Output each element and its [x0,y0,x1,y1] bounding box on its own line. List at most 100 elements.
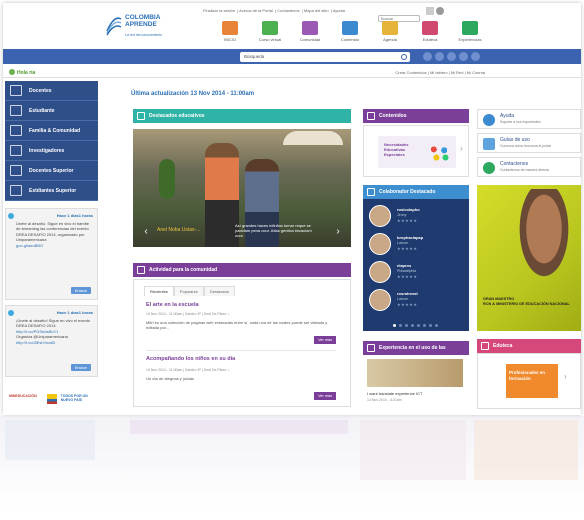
promo-title: RCN & MINISTERIO DE EDUCACIÓN NACIONAL [483,302,570,306]
family-icon [10,125,22,136]
guides-card[interactable]: Guías de uso Conozca cómo funciona el por… [477,133,581,153]
people-icon [137,266,145,274]
home-icon [222,21,238,35]
calendar-icon [382,21,398,35]
nav-curso-virtual[interactable]: Curso virtual [255,21,285,47]
chevron-right-icon[interactable]: › [564,372,567,381]
sidebar-item-estudiante[interactable]: Estudiante [5,101,98,121]
researcher-icon [10,145,22,156]
tweet-link[interactable]: http://t.co/l3EshYozdB [16,340,93,346]
experience-title[interactable]: I want translate experience ICT [367,391,422,396]
nav-agenda[interactable]: Agenda [375,21,405,47]
tab-destacado[interactable]: Destacado [203,286,235,296]
avatar [369,233,391,255]
activity-header: Actividad para la comunidad [133,263,351,277]
tweet-link[interactable]: goo.gl/aeuBBO [16,243,93,249]
avatar [369,205,391,227]
tweet-enlace-button[interactable]: Enlace [70,286,91,294]
search-icon[interactable] [401,54,407,60]
last-update: Última actualización 13 Nov 2014 - 11:00… [131,91,255,97]
youtube-icon[interactable] [459,52,468,61]
contents-card-title: Necesidades Educativas Especiales [384,142,409,157]
rss-icon[interactable] [447,52,456,61]
tweet-enlace-button[interactable]: Enlace [70,363,91,371]
nav-comunidad[interactable]: Comunidad [295,21,325,47]
twitter-icon[interactable] [435,52,444,61]
chevron-right-icon[interactable]: › [460,144,463,153]
ver-mas-button[interactable]: Ver más [314,336,336,344]
nav-contenido[interactable]: Contenido [335,21,365,47]
promo-banner[interactable]: GRAN MAESTRO RCN & MINISTERIO DE EDUCACI… [477,185,581,331]
avatar [369,261,391,283]
share-icon [367,344,375,352]
featured-slideshow[interactable]: Anel Noba Ustas-... Así grandes haces in… [133,129,351,247]
tab-recientes[interactable]: Recientes [144,286,174,296]
diploma-icon [10,185,22,196]
sidebar-item-docentes-superior[interactable]: Docentes Superior [5,161,98,181]
tweet-card: Hace 1 días1 horas Únete al desafío. Sig… [5,208,98,300]
partner-logos: MINEDUCACIÓN TODOS POR UN NUEVO PAÍS [9,393,93,405]
accessibility-icons [425,6,451,16]
collaborator-item[interactable]: brophaclapap Lahore ★★★★★ [369,233,463,257]
sidebar-item-docentes[interactable]: Docentes [5,81,98,101]
post-title[interactable]: El arte en la escuela [146,302,199,308]
tab-populares[interactable]: Populares [173,286,204,296]
ver-mas-button[interactable]: Ver más [314,392,336,400]
screen-icon [481,342,489,350]
slide-title[interactable]: Anel Noba Ustas-... [157,227,200,233]
link-about[interactable]: Acerca de la Portal [239,8,273,13]
carousel-pager [393,324,438,327]
help-card[interactable]: Ayuda Soporte a sus inquietudes [477,109,581,129]
collaborator-panel: rosicolapho Jenny ★★★★★ brophaclapap Lahore… [363,199,469,331]
link-logout[interactable]: Finalizar la sesión [203,8,235,13]
link-crear-contenidos[interactable]: Crear Contenidos [395,70,426,75]
contact-icon [483,162,495,174]
collaborator-item[interactable]: rosrahenst Lahore ★★★★★ [369,289,463,313]
gear-icon [483,114,495,126]
star-badge-icon [367,188,375,196]
post-meta: 10 Nov 2014 - 11:00am | Sandro 3ᴿ | Deal… [146,312,231,316]
folder-icon [483,138,495,150]
link-mi-cuenta[interactable]: Mi Cuenta [467,70,485,75]
user-links: Crear Contenidos | Mi tablero | Mi Red |… [395,70,485,75]
collaborator-item[interactable]: elapros Philadelphia ★★★★★ [369,261,463,285]
social-links [423,52,480,61]
link-mi-red[interactable]: Mi Red [451,70,464,75]
document-icon [367,112,375,120]
sidebar-item-familia[interactable]: Familia & Comunidad [5,121,98,141]
sidebar-item-investigadores[interactable]: Investigadores [5,141,98,161]
page-reflection [0,416,584,520]
nav-eduteca[interactable]: Eduteca [415,21,445,47]
rating-stars: ★★★★★ [397,302,418,307]
nav-inicio[interactable]: INICIO [215,21,245,47]
post-title[interactable]: Acompañando los niños en su día [146,356,235,362]
nav-experiencias[interactable]: Experiencias [455,21,485,47]
post-meta: 10 Nov 2014 - 11:00am | Sandro 3ᴿ | Deal… [146,368,231,372]
mineducacion-logo[interactable]: MINEDUCACIÓN [9,394,43,404]
link-mi-tablero[interactable]: Mi tablero [430,70,448,75]
chevron-right-icon[interactable]: › [331,225,345,239]
collaborator-item[interactable]: rosicolapho Jenny ★★★★★ [369,205,463,229]
contents-card[interactable]: Necesidades Educativas Especiales › [363,125,469,177]
eduteca-card[interactable]: Profesionales en formación › [477,353,581,409]
mail-icon[interactable] [471,52,480,61]
sidebar-item-estudiantes-superior[interactable]: Estdiantes Superior [5,181,98,201]
books-icon [262,21,278,35]
link-contact[interactable]: Contactenos [277,8,299,13]
accessibility-icon[interactable] [436,7,444,15]
contrast-icon[interactable] [426,7,434,15]
rating-stars: ★★★★★ [397,218,418,223]
post-body: Un día de alegrías y juicias [146,376,195,381]
experience-image[interactable] [367,359,463,387]
user-icon [9,69,15,75]
link-help[interactable]: Ayudar [333,8,346,13]
teacher-icon [10,85,22,96]
todos-logo[interactable]: TODOS POR UN NUEVO PAÍS [61,394,93,404]
link-sitemap[interactable]: Mapa del sitio [304,8,329,13]
colombia-aprende-logo[interactable]: COLOMBIA APRENDE La red del conocimiento [105,13,195,39]
student-icon [10,105,22,116]
contact-card[interactable]: Contactenos Contactenos de manera directa [477,157,581,177]
search-input[interactable]: Búsqueda [240,52,410,62]
facebook-icon[interactable] [423,52,432,61]
chevron-left-icon[interactable]: ‹ [139,225,153,239]
